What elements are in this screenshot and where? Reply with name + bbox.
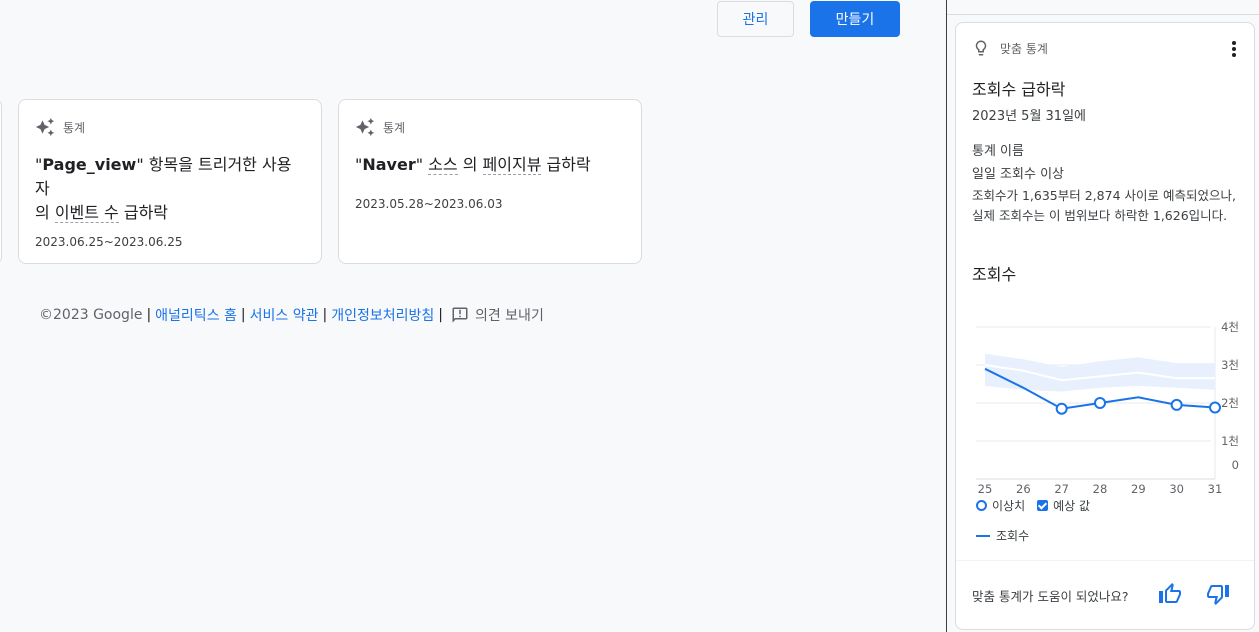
more-options-icon[interactable] bbox=[1228, 39, 1240, 59]
thumbs-up-icon bbox=[1159, 583, 1181, 603]
card-title-metric: Naver bbox=[362, 155, 416, 174]
insight-side-panel: 맞춤 통계 조회수 급하락 2023년 5월 31일에 통계 이름 일일 조회수… bbox=[947, 0, 1259, 632]
insight-description: 조회수가 1,635부터 2,874 사이로 예측되었으나, 실제 조회수는 이… bbox=[972, 188, 1236, 223]
y-tick-label: 2천 bbox=[1221, 396, 1239, 410]
insight-header-label: 맞춤 통계 bbox=[1000, 41, 1048, 56]
card-title-text: 의 bbox=[457, 155, 483, 174]
card-title: "Naver" 소스 의 페이지뷰 급하락 bbox=[355, 155, 591, 175]
card-title-metric-name: 페이지뷰 bbox=[482, 155, 542, 175]
stat-name-label: 통계 이름 bbox=[972, 144, 1024, 159]
insight-card-naver[interactable]: 통계 "Naver" 소스 의 페이지뷰 급하락 2023.05.28~2023… bbox=[338, 99, 642, 264]
x-tick-label: 28 bbox=[1093, 482, 1108, 493]
y-tick-label: 0 bbox=[1232, 458, 1239, 472]
lightbulb-icon bbox=[975, 40, 987, 56]
manage-button[interactable]: 관리 bbox=[717, 1, 794, 37]
views-chart: 01천2천3천4천252627282930315월 bbox=[976, 320, 1239, 493]
card-date-range: 2023.05.28~2023.06.03 bbox=[355, 197, 503, 211]
legend-expected[interactable]: 예상 값 bbox=[1037, 497, 1090, 514]
y-tick-label: 1천 bbox=[1221, 434, 1239, 448]
y-tick-label: 3천 bbox=[1221, 358, 1239, 372]
legend-anomaly-label: 이상치 bbox=[992, 499, 1026, 513]
anomaly-marker-icon bbox=[976, 500, 987, 511]
main-content: 관리 만들기 통계 "Page_view" 항목을 트리거한 사용자 의 이벤트… bbox=[0, 0, 946, 632]
card-title-dimension: 소스 bbox=[428, 155, 458, 175]
chart-title: 조회수 bbox=[972, 265, 1017, 284]
footer-separator: | bbox=[146, 307, 152, 323]
thumbs-up-button[interactable] bbox=[1156, 580, 1184, 608]
card-title: "Page_view" 항목을 트리거한 사용자 의 이벤트 수 급하락 bbox=[35, 155, 292, 223]
stat-name-value: 일일 조회수 이상 bbox=[972, 167, 1064, 182]
feedback-divider bbox=[956, 560, 1254, 561]
panel-top-border bbox=[947, 14, 1259, 15]
create-button[interactable]: 만들기 bbox=[810, 1, 900, 37]
insight-title: 조회수 급하락 bbox=[972, 80, 1066, 99]
y-tick-label: 4천 bbox=[1221, 320, 1239, 334]
terms-link[interactable]: 서비스 약관 bbox=[250, 305, 319, 325]
anomaly-point bbox=[1094, 397, 1106, 409]
card-label: 통계 bbox=[383, 120, 406, 135]
checkbox-icon bbox=[1037, 500, 1049, 511]
footer: ©2023 Google | 애널리틱스 홈 | 서비스 약관 | 개인정보처리… bbox=[39, 305, 544, 325]
card-title-dimension: 이벤트 수 bbox=[54, 203, 119, 223]
card-date-range: 2023.06.25~2023.06.25 bbox=[35, 235, 183, 249]
partial-card[interactable] bbox=[0, 99, 2, 264]
insight-card-page-view[interactable]: 통계 "Page_view" 항목을 트리거한 사용자 의 이벤트 수 급하락 … bbox=[18, 99, 322, 264]
sparkle-icon bbox=[355, 117, 375, 137]
sparkle-icon bbox=[35, 117, 55, 137]
x-tick-label: 25 bbox=[978, 482, 993, 493]
footer-separator: | bbox=[240, 307, 246, 323]
x-tick-label: 30 bbox=[1169, 482, 1184, 493]
insight-detail-card: 맞춤 통계 조회수 급하락 2023년 5월 31일에 통계 이름 일일 조회수… bbox=[955, 22, 1255, 630]
thumbs-down-button[interactable] bbox=[1204, 580, 1232, 608]
card-title-text: 급하락 bbox=[541, 155, 591, 174]
legend-series-label: 조회수 bbox=[996, 529, 1030, 543]
footer-separator: | bbox=[322, 307, 328, 323]
anomaly-point bbox=[1209, 401, 1221, 414]
card-title-text: 급하락 bbox=[118, 203, 169, 222]
series-line-icon bbox=[976, 534, 990, 537]
legend-anomaly[interactable]: 이상치 bbox=[976, 497, 1025, 514]
insight-date: 2023년 5월 31일에 bbox=[972, 109, 1087, 124]
copyright: ©2023 Google bbox=[39, 307, 143, 323]
footer-separator: | bbox=[438, 307, 443, 323]
analytics-home-link[interactable]: 애널리틱스 홈 bbox=[155, 305, 237, 325]
chart-legend: 이상치 예상 값 bbox=[976, 497, 1090, 514]
privacy-link[interactable]: 개인정보처리방침 bbox=[331, 305, 434, 325]
card-title-metric: Page_view bbox=[42, 155, 137, 174]
x-tick-label: 29 bbox=[1131, 482, 1146, 493]
x-tick-label: 31 bbox=[1208, 482, 1223, 493]
feedback-label: 의견 보내기 bbox=[474, 308, 544, 324]
anomaly-point bbox=[1055, 402, 1068, 415]
thumbs-down-icon bbox=[1207, 585, 1229, 605]
card-label: 통계 bbox=[63, 120, 86, 135]
feedback-question: 맞춤 통계가 도움이 되었나요? bbox=[972, 589, 1129, 604]
card-title-text: 의 bbox=[35, 203, 55, 222]
legend-expected-label: 예상 값 bbox=[1053, 499, 1091, 513]
x-tick-label: 26 bbox=[1016, 482, 1031, 493]
anomaly-point bbox=[1170, 398, 1183, 411]
chart-legend-series: 조회수 bbox=[976, 527, 1029, 544]
x-tick-label: 27 bbox=[1054, 482, 1069, 493]
send-feedback-link[interactable]: 의견 보내기 bbox=[451, 305, 544, 325]
feedback-icon bbox=[452, 307, 468, 323]
